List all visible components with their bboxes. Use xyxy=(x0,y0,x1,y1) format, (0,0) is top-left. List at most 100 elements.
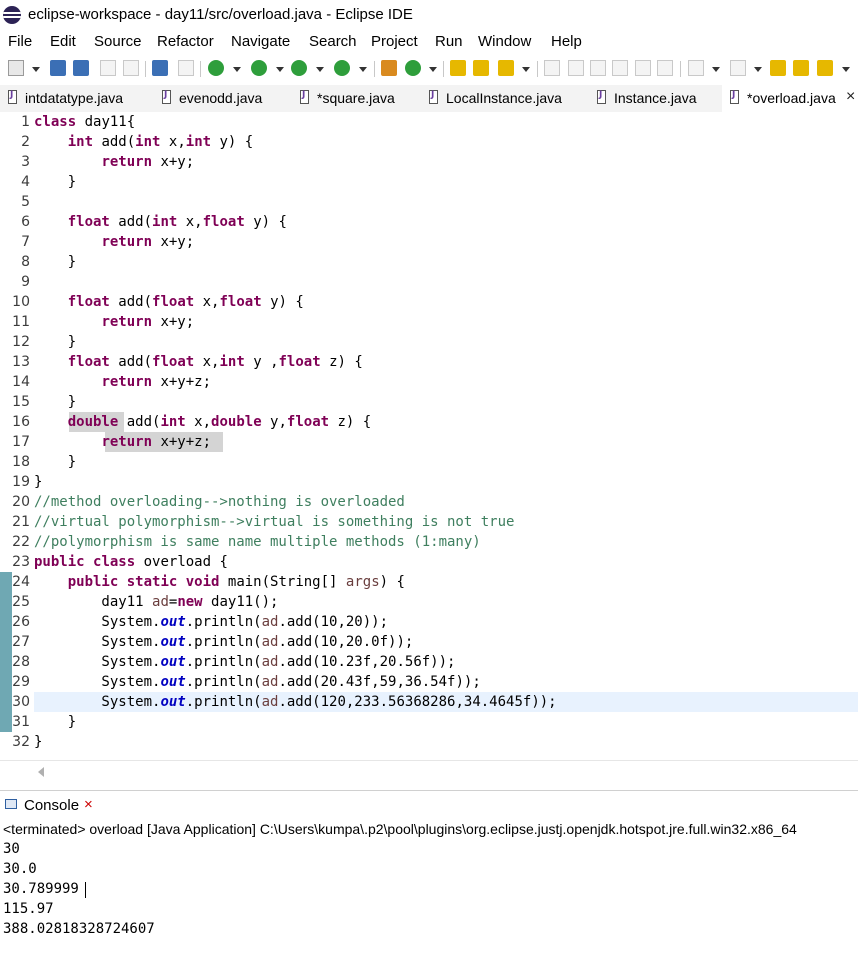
tab-label: intdatatype.java xyxy=(25,90,124,106)
tab-square[interactable]: *square.java xyxy=(300,85,420,112)
previous-annotation-icon[interactable] xyxy=(730,60,746,76)
code-editor[interactable]: 1 2 3 4 5 6 7 8 9 10 11 12 13 14 15 16 1… xyxy=(0,112,858,760)
code-line[interactable]: return x+y; xyxy=(34,234,194,250)
code-line[interactable]: float add(float x,int y ,float z) { xyxy=(34,354,363,370)
menu-edit[interactable]: Edit xyxy=(50,33,76,50)
code-line[interactable]: int add(int x,int y) { xyxy=(34,134,254,150)
code-line[interactable]: } xyxy=(34,454,76,470)
line-number: 24 xyxy=(12,574,30,590)
coverage-icon[interactable] xyxy=(291,60,307,76)
line-number: 3 xyxy=(21,154,30,170)
menu-window[interactable]: Window xyxy=(478,33,531,50)
save-all-icon[interactable] xyxy=(73,60,89,76)
menu-run[interactable]: Run xyxy=(435,33,463,50)
show-source-icon[interactable] xyxy=(635,60,651,76)
console-output-line: 30 xyxy=(3,841,20,857)
close-tab-icon[interactable]: × xyxy=(846,88,855,106)
run-icon[interactable] xyxy=(251,60,267,76)
code-line[interactable]: } xyxy=(34,334,76,350)
new-class-dropdown-icon[interactable] xyxy=(429,67,437,72)
toggle-word-wrap-icon[interactable] xyxy=(568,60,584,76)
code-line[interactable]: System.out.println(ad.add(10,20.0f)); xyxy=(34,634,413,650)
code-line[interactable]: //method overloading-->nothing is overlo… xyxy=(34,494,405,510)
code-line[interactable]: System.out.println(ad.add(20.43f,59,36.5… xyxy=(34,674,480,690)
skip-breakpoints-icon[interactable] xyxy=(178,60,194,76)
code-line[interactable]: return x+y; xyxy=(34,314,194,330)
tab-localinstance[interactable]: LocalInstance.java xyxy=(429,85,589,112)
code-line[interactable]: class day11{ xyxy=(34,114,135,130)
coverage-dropdown-icon[interactable] xyxy=(316,67,324,72)
show-whitespace-icon[interactable] xyxy=(612,60,628,76)
debug-dropdown-icon[interactable] xyxy=(233,67,241,72)
tab-label: *overload.java xyxy=(747,90,836,106)
editor-horizontal-scrollbar[interactable] xyxy=(0,760,858,783)
external-tools-dropdown-icon[interactable] xyxy=(359,67,367,72)
code-line[interactable]: public class overload { xyxy=(34,554,228,570)
code-line[interactable]: public static void main(String[] args) { xyxy=(34,574,405,590)
line-number: 21 xyxy=(12,514,30,530)
tab-evenodd[interactable]: evenodd.java xyxy=(162,85,292,112)
open-type-icon[interactable] xyxy=(450,60,466,76)
toggle-block-selection-icon[interactable] xyxy=(590,60,606,76)
code-line[interactable]: float add(int x,float y) { xyxy=(34,214,287,230)
code-line[interactable]: System.out.println(ad.add(10,20)); xyxy=(34,614,388,630)
code-line[interactable]: return x+y+z; xyxy=(34,374,211,390)
code-line[interactable]: //polymorphism is same name multiple met… xyxy=(34,534,481,550)
line-number: 18 xyxy=(12,454,30,470)
line-number: 27 xyxy=(12,634,30,650)
menu-search[interactable]: Search xyxy=(309,33,357,50)
back-dropdown-icon[interactable] xyxy=(842,67,850,72)
line-number: 8 xyxy=(21,254,30,270)
code-line[interactable]: return x+y+z; xyxy=(34,434,211,450)
next-annotation-icon[interactable] xyxy=(688,60,704,76)
code-line[interactable]: System.out.println(ad.add(10.23f,20.56f)… xyxy=(34,654,455,670)
menu-refactor[interactable]: Refactor xyxy=(157,33,214,50)
new-java-project-icon[interactable] xyxy=(381,60,397,76)
code-line[interactable]: } xyxy=(34,474,42,490)
next-annotation-dropdown-icon[interactable] xyxy=(712,67,720,72)
tab-instance[interactable]: Instance.java xyxy=(597,85,717,112)
close-console-icon[interactable]: × xyxy=(84,796,93,813)
line-number: 20 xyxy=(12,494,30,510)
code-line[interactable]: //virtual polymorphism-->virtual is some… xyxy=(34,514,514,530)
code-line[interactable]: System.out.println(ad.add(120,233.563682… xyxy=(34,694,556,710)
console-tab[interactable]: Console × xyxy=(0,793,102,819)
menu-help[interactable]: Help xyxy=(551,33,582,50)
menu-file[interactable]: File xyxy=(8,33,32,50)
new-java-class-icon[interactable] xyxy=(405,60,421,76)
code-line[interactable]: } xyxy=(34,174,76,190)
code-line[interactable]: } xyxy=(34,734,42,750)
debug-icon[interactable] xyxy=(208,60,224,76)
save-icon[interactable] xyxy=(50,60,66,76)
code-line[interactable]: } xyxy=(34,254,76,270)
toolbar-separator xyxy=(680,61,681,77)
external-tools-icon[interactable] xyxy=(334,60,350,76)
search-dropdown-icon[interactable] xyxy=(522,67,530,72)
forward-history-icon[interactable] xyxy=(793,60,809,76)
code-line[interactable]: } xyxy=(34,714,76,730)
terminal-icon[interactable] xyxy=(152,60,168,76)
scroll-left-icon[interactable] xyxy=(38,767,44,777)
code-line[interactable]: } xyxy=(34,394,76,410)
new-dropdown-icon[interactable] xyxy=(32,67,40,72)
code-line[interactable]: return x+y; xyxy=(34,154,194,170)
undo-icon[interactable] xyxy=(100,60,116,76)
code-line[interactable]: day11 ad=new day11(); xyxy=(34,594,278,610)
code-line[interactable]: float add(float x,float y) { xyxy=(34,294,304,310)
back-icon[interactable] xyxy=(817,60,833,76)
tab-intdatatype[interactable]: intdatatype.java xyxy=(8,85,158,112)
menu-source[interactable]: Source xyxy=(94,33,142,50)
run-dropdown-icon[interactable] xyxy=(276,67,284,72)
menu-navigate[interactable]: Navigate xyxy=(231,33,290,50)
menu-project[interactable]: Project xyxy=(371,33,418,50)
search-icon[interactable] xyxy=(498,60,514,76)
toggle-mark-occurrences-icon[interactable] xyxy=(544,60,560,76)
pilcrow-icon[interactable] xyxy=(657,60,673,76)
code-line[interactable]: double add(int x,double y,float z) { xyxy=(34,414,372,430)
tab-overload[interactable]: *overload.java × xyxy=(722,85,858,112)
redo-icon[interactable] xyxy=(123,60,139,76)
previous-annotation-dropdown-icon[interactable] xyxy=(754,67,762,72)
open-resource-icon[interactable] xyxy=(473,60,489,76)
new-icon[interactable] xyxy=(8,60,24,76)
last-edit-location-icon[interactable] xyxy=(770,60,786,76)
